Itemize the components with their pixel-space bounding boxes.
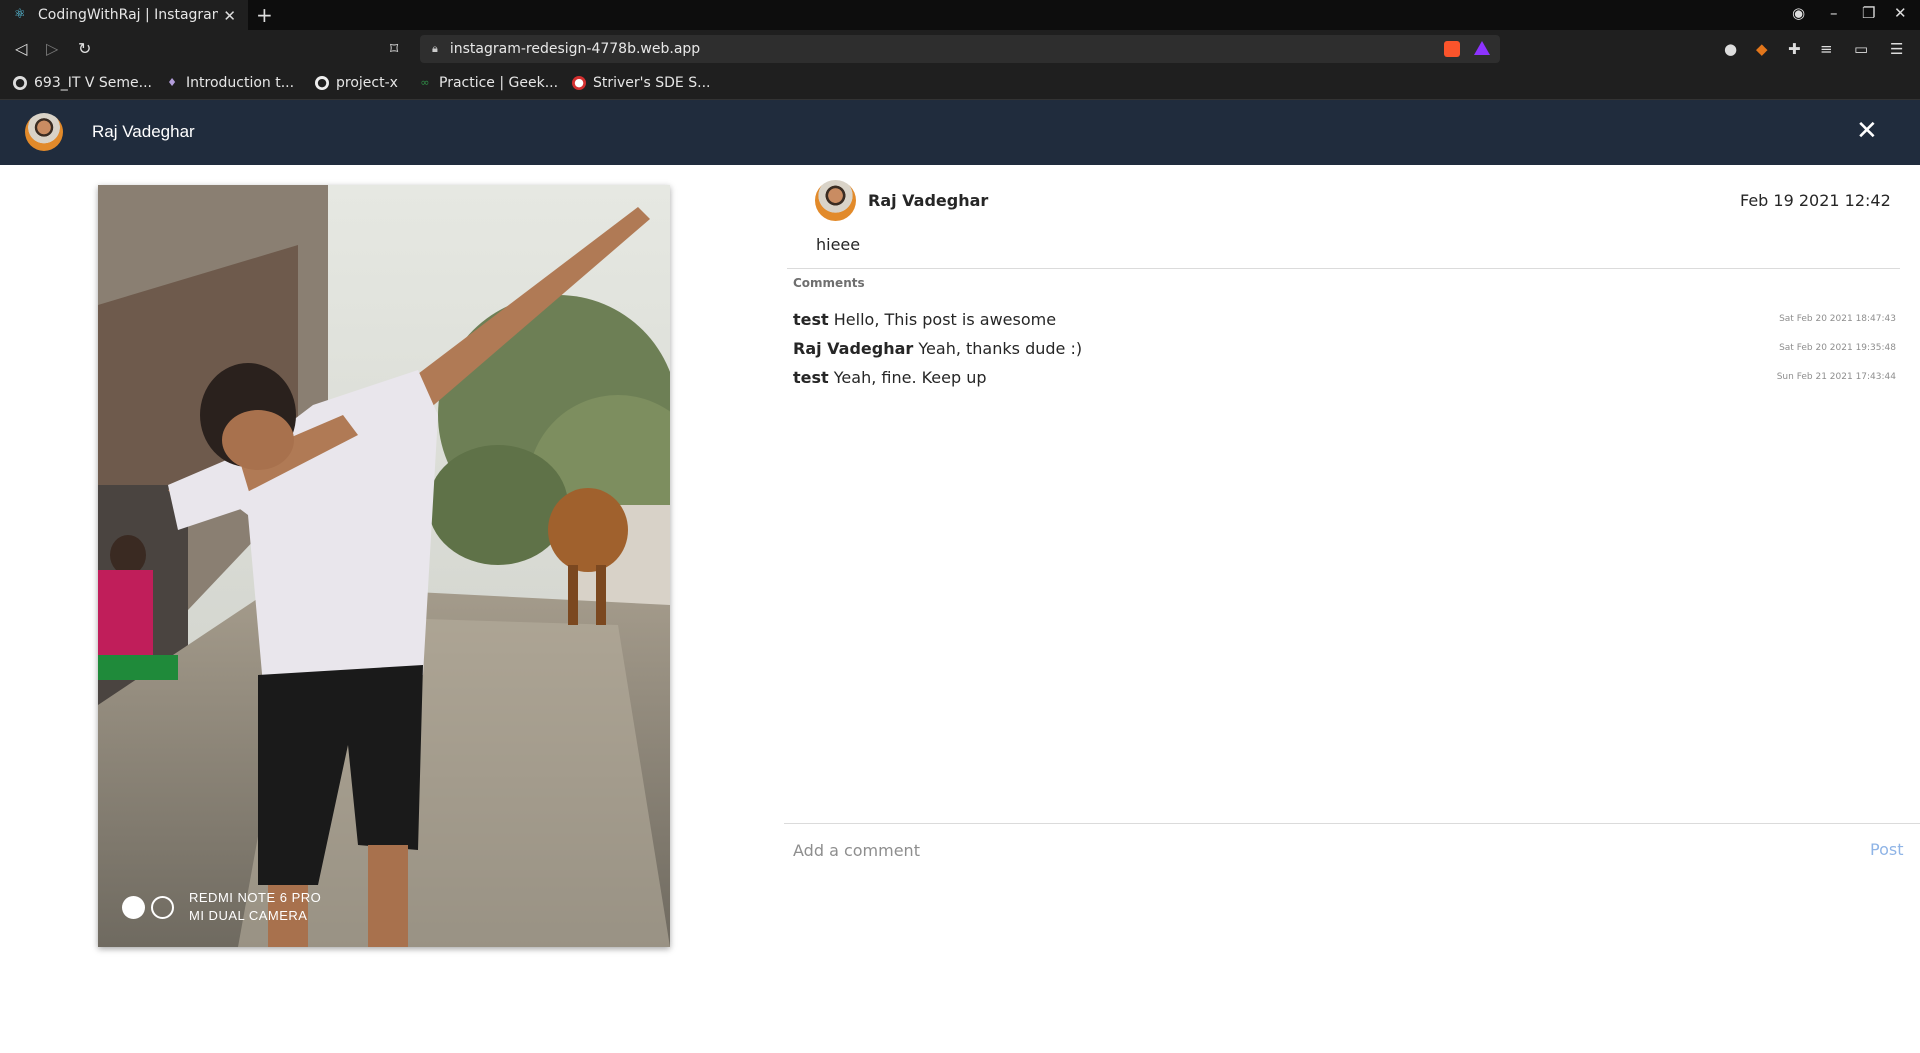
new-tab-icon[interactable]: +: [256, 3, 273, 27]
comment-item: test Hello, This post is awesome Sat Feb…: [793, 310, 1896, 329]
takeuforward-icon: ●: [572, 76, 586, 90]
comment-text: Hello, This post is awesome: [833, 310, 1057, 329]
bookmark-icon[interactable]: ⌑: [390, 39, 398, 58]
header-username[interactable]: Raj Vadeghar: [92, 122, 195, 142]
bookmark-item[interactable]: ● 693_IT V Seme...: [13, 75, 152, 91]
extension-icon[interactable]: ●: [1724, 40, 1737, 58]
lock-icon: 🔒︎: [432, 42, 438, 55]
globe-icon: ●: [13, 76, 27, 90]
comment-timestamp: Sat Feb 20 2021 18:47:43: [1779, 314, 1896, 324]
browser-tab-bar: ⚛ CodingWithRaj | Instagram ✕ + ◉ – ❐ ✕: [0, 0, 1920, 30]
wallet-icon[interactable]: ▭: [1854, 40, 1868, 58]
address-bar[interactable]: 🔒︎ instagram-redesign-4778b.web.app: [420, 35, 1500, 63]
post-author-username[interactable]: Raj Vadeghar: [868, 191, 988, 210]
post-comment-button[interactable]: Post: [1870, 840, 1903, 859]
comment-text: Yeah, thanks dude :): [918, 339, 1083, 358]
metamask-icon[interactable]: ◆: [1756, 40, 1768, 58]
media-queue-icon[interactable]: ≡: [1820, 40, 1833, 58]
close-icon[interactable]: ✕: [1856, 118, 1878, 144]
comment-text: Yeah, fine. Keep up: [833, 368, 987, 387]
bookmarks-bar: ● 693_IT V Seme... ♦ Introduction t... ●…: [0, 68, 1920, 100]
browser-tab[interactable]: ⚛ CodingWithRaj | Instagram ✕: [0, 0, 248, 30]
comment-username[interactable]: test: [793, 368, 829, 387]
comment-timestamp: Sun Feb 21 2021 17:43:44: [1776, 372, 1896, 382]
restore-icon[interactable]: ❐: [1862, 4, 1875, 22]
ethereum-icon: ♦: [167, 76, 177, 89]
comments-heading: Comments: [793, 276, 865, 290]
browser-toolbar: ◁ ▷ ↻ ⌑ 🔒︎ instagram-redesign-4778b.web.…: [0, 30, 1920, 68]
post-photo: REDMI NOTE 6 PRO MI DUAL CAMERA: [98, 185, 670, 947]
comment-item: test Yeah, fine. Keep up Sun Feb 21 2021…: [793, 368, 1896, 387]
bookmark-label: 693_IT V Seme...: [34, 75, 152, 91]
bookmark-label: Striver's SDE S...: [593, 75, 711, 91]
github-icon: ●: [315, 76, 329, 90]
divider: [787, 268, 1900, 269]
tab-close-icon[interactable]: ✕: [223, 7, 236, 25]
avatar[interactable]: [25, 113, 63, 151]
watermark-ring-icon: [151, 895, 174, 919]
post-author-avatar[interactable]: [815, 180, 856, 221]
post-modal-header: Raj Vadeghar ✕: [0, 100, 1920, 165]
forward-icon[interactable]: ▷: [46, 39, 58, 58]
comment-username[interactable]: test: [793, 310, 829, 329]
bookmark-label: Introduction t...: [186, 75, 295, 91]
bookmark-label: project-x: [336, 75, 398, 91]
post-photo-image: [98, 185, 670, 947]
comment-timestamp: Sat Feb 20 2021 19:35:48: [1779, 343, 1896, 353]
post-date: Feb 19 2021 12:42: [1740, 191, 1891, 210]
post-caption: hieee: [816, 235, 861, 254]
bookmark-item[interactable]: ♦ Introduction t...: [165, 75, 294, 91]
reload-icon[interactable]: ↻: [78, 39, 91, 58]
minimize-icon[interactable]: –: [1830, 4, 1838, 22]
geeksforgeeks-icon: ∞: [420, 76, 430, 89]
bookmark-item[interactable]: ● project-x: [315, 75, 398, 91]
bookmark-item[interactable]: ∞ Practice | Geek...: [418, 75, 558, 91]
add-comment-input[interactable]: [793, 838, 1843, 862]
react-icon: ⚛: [14, 7, 26, 22]
extensions-puzzle-icon[interactable]: ✚: [1788, 40, 1801, 58]
camera-watermark: REDMI NOTE 6 PRO MI DUAL CAMERA: [122, 889, 321, 925]
brave-shields-icon[interactable]: [1444, 41, 1460, 57]
watermark-line1: REDMI NOTE 6 PRO: [189, 890, 322, 905]
divider: [784, 823, 1920, 824]
back-icon[interactable]: ◁: [15, 39, 27, 58]
watermark-line2: MI DUAL CAMERA: [189, 908, 308, 923]
menu-icon[interactable]: ☰: [1890, 40, 1903, 58]
watermark-dot-icon: [122, 895, 145, 919]
bookmark-item[interactable]: ● Striver's SDE S...: [572, 75, 710, 91]
comment-item: Raj Vadeghar Yeah, thanks dude :) Sat Fe…: [793, 339, 1896, 358]
bookmark-label: Practice | Geek...: [439, 75, 559, 91]
url-text: instagram-redesign-4778b.web.app: [449, 41, 701, 57]
profile-menu-icon[interactable]: ◉: [1792, 4, 1805, 22]
comment-username[interactable]: Raj Vadeghar: [793, 339, 913, 358]
tab-title: CodingWithRaj | Instagram: [38, 7, 218, 23]
window-close-icon[interactable]: ✕: [1894, 4, 1907, 22]
brave-rewards-icon[interactable]: [1474, 41, 1490, 55]
